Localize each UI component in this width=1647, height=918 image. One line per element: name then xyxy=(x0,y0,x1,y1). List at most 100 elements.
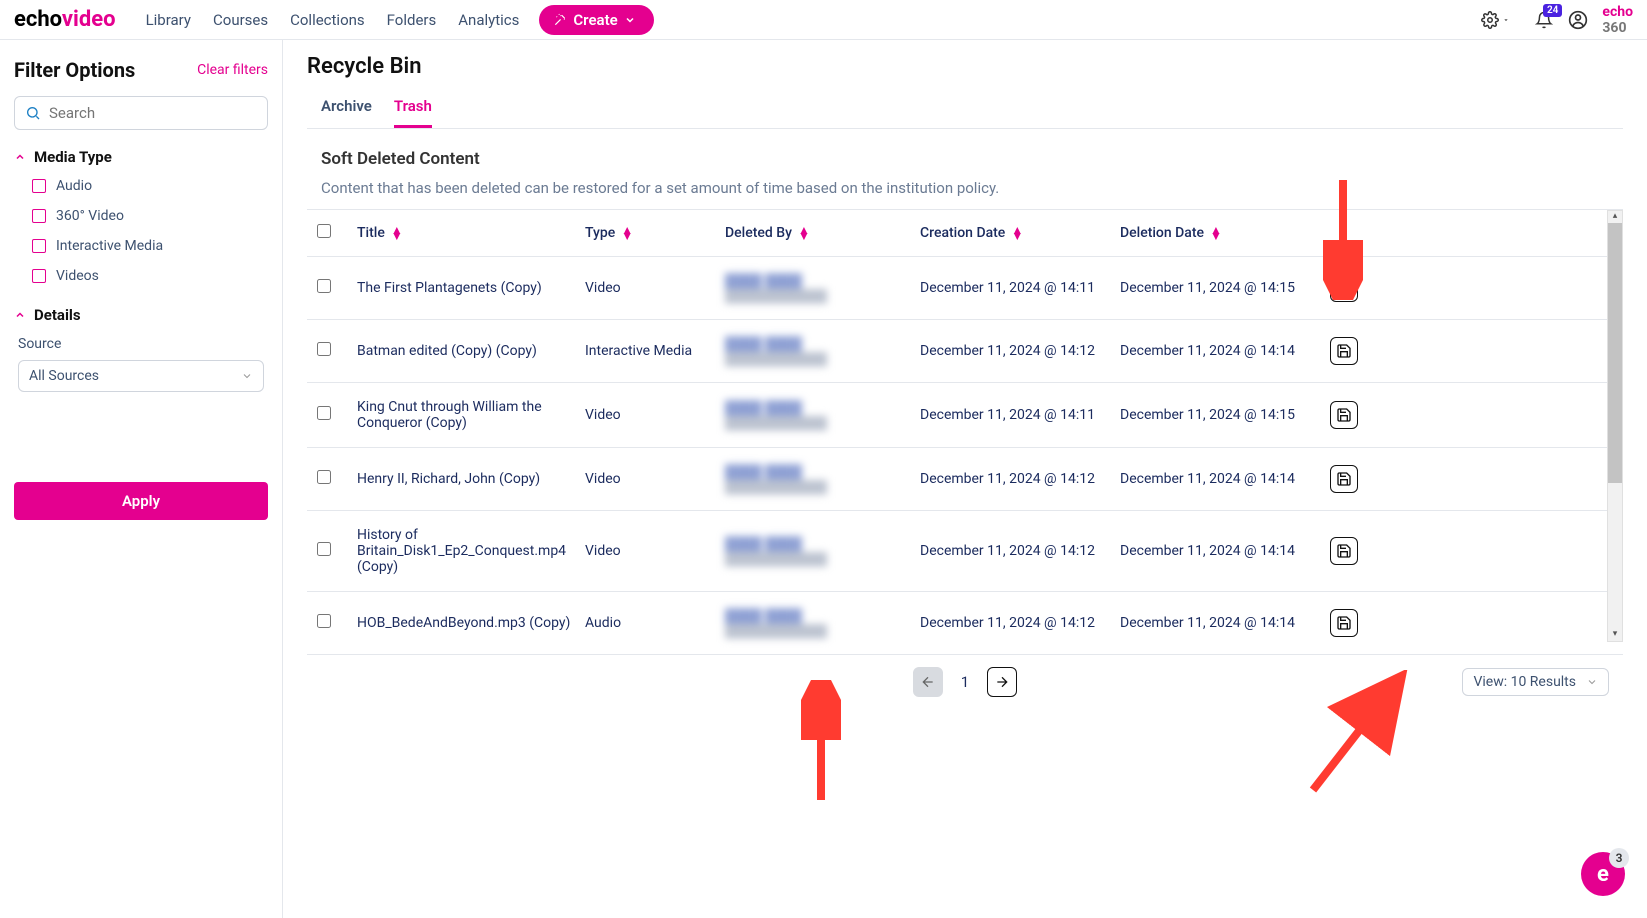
bell-icon[interactable]: 24 xyxy=(1534,10,1554,30)
view-results-select[interactable]: View: 10 Results xyxy=(1462,668,1609,696)
col-title-header[interactable]: Title▲▼ xyxy=(357,225,585,241)
scrollbar[interactable]: ▴▾ xyxy=(1607,210,1623,642)
restore-icon xyxy=(1336,280,1352,296)
row-deletion-date: December 11, 2024 @ 14:15 xyxy=(1120,407,1330,423)
col-creation-date-header[interactable]: Creation Date▲▼ xyxy=(920,225,1120,241)
restore-button[interactable] xyxy=(1330,465,1358,493)
chevron-down-icon xyxy=(1586,676,1598,688)
row-type: Audio xyxy=(585,615,725,631)
next-page-button[interactable] xyxy=(987,667,1017,697)
media-type-header[interactable]: Media Type xyxy=(14,148,268,166)
col-deleted-by-header[interactable]: Deleted By▲▼ xyxy=(725,225,920,241)
table-row: Batman edited (Copy) (Copy)Interactive M… xyxy=(307,320,1623,383)
main-content: Recycle Bin Archive Trash Soft Deleted C… xyxy=(283,40,1647,918)
row-title[interactable]: History of Britain_Disk1_Ep2_Conquest.mp… xyxy=(357,527,585,575)
select-all-checkbox[interactable] xyxy=(317,224,331,238)
restore-button[interactable] xyxy=(1330,274,1358,302)
nav-collections[interactable]: Collections xyxy=(290,11,365,29)
sort-icon: ▲▼ xyxy=(1011,227,1023,239)
row-type: Video xyxy=(585,407,725,423)
chevron-up-icon xyxy=(14,309,26,321)
col-deletion-date-header[interactable]: Deletion Date▲▼ xyxy=(1120,225,1330,241)
top-nav: echovideo Library Courses Collections Fo… xyxy=(0,0,1647,40)
tabs: Archive Trash xyxy=(307,85,1623,129)
check-videos[interactable]: Videos xyxy=(32,268,268,284)
restore-button[interactable] xyxy=(1330,337,1358,365)
row-title[interactable]: King Cnut through William the Conqueror … xyxy=(357,399,585,431)
arrow-left-icon xyxy=(920,674,936,690)
details-header[interactable]: Details xyxy=(14,306,268,324)
row-creation-date: December 11, 2024 @ 14:11 xyxy=(920,407,1120,423)
row-deleted-by: ████ ████████████████ xyxy=(725,336,920,366)
nav-folders[interactable]: Folders xyxy=(387,11,437,29)
nav-library[interactable]: Library xyxy=(146,11,191,29)
restore-icon xyxy=(1336,471,1352,487)
chevron-down-icon xyxy=(624,14,636,26)
search-box[interactable] xyxy=(14,96,268,130)
row-creation-date: December 11, 2024 @ 14:12 xyxy=(920,615,1120,631)
row-creation-date: December 11, 2024 @ 14:12 xyxy=(920,343,1120,359)
row-checkbox[interactable] xyxy=(317,614,331,628)
row-creation-date: December 11, 2024 @ 14:12 xyxy=(920,543,1120,559)
caret-down-icon xyxy=(1502,16,1510,24)
row-type: Video xyxy=(585,471,725,487)
search-input[interactable] xyxy=(49,104,257,122)
chevron-down-icon xyxy=(241,370,253,382)
notif-badge: 24 xyxy=(1543,4,1562,17)
media-type-options: Audio 360° Video Interactive Media Video… xyxy=(32,178,268,284)
tab-trash[interactable]: Trash xyxy=(394,97,432,128)
top-icons: 24 echo360 xyxy=(1480,4,1633,36)
check-360video[interactable]: 360° Video xyxy=(32,208,268,224)
section-subtitle: Soft Deleted Content xyxy=(321,149,1623,169)
filter-options-title: Filter Options xyxy=(14,58,135,82)
row-checkbox[interactable] xyxy=(317,542,331,556)
restore-button[interactable] xyxy=(1330,609,1358,637)
row-deletion-date: December 11, 2024 @ 14:15 xyxy=(1120,280,1330,296)
row-title[interactable]: Batman edited (Copy) (Copy) xyxy=(357,343,585,359)
check-interactive[interactable]: Interactive Media xyxy=(32,238,268,254)
restore-button[interactable] xyxy=(1330,537,1358,565)
prev-page-button[interactable] xyxy=(913,667,943,697)
settings-icon[interactable] xyxy=(1480,10,1500,30)
restore-button[interactable] xyxy=(1330,401,1358,429)
tab-archive[interactable]: Archive xyxy=(321,97,372,128)
clear-filters-link[interactable]: Clear filters xyxy=(197,62,268,78)
create-button[interactable]: Create xyxy=(539,5,653,35)
source-select[interactable]: All Sources xyxy=(18,360,264,392)
arrow-right-icon xyxy=(994,674,1010,690)
help-fab[interactable]: e 3 xyxy=(1581,852,1625,896)
sort-icon: ▲▼ xyxy=(1210,227,1222,239)
secondary-logo[interactable]: echo360 xyxy=(1602,4,1633,36)
check-audio[interactable]: Audio xyxy=(32,178,268,194)
row-deleted-by: ████ ████████████████ xyxy=(725,464,920,494)
section-description: Content that has been deleted can be res… xyxy=(321,179,1623,197)
table-row: Henry II, Richard, John (Copy)Video████ … xyxy=(307,448,1623,511)
restore-icon xyxy=(1336,407,1352,423)
wand-icon xyxy=(553,13,567,27)
restore-icon xyxy=(1336,543,1352,559)
row-deletion-date: December 11, 2024 @ 14:14 xyxy=(1120,471,1330,487)
nav-links: Library Courses Collections Folders Anal… xyxy=(146,11,520,29)
apply-button[interactable]: Apply xyxy=(14,482,268,520)
row-title[interactable]: Henry II, Richard, John (Copy) xyxy=(357,471,585,487)
row-creation-date: December 11, 2024 @ 14:12 xyxy=(920,471,1120,487)
row-deletion-date: December 11, 2024 @ 14:14 xyxy=(1120,543,1330,559)
nav-analytics[interactable]: Analytics xyxy=(458,11,519,29)
pagination: 1 View: 10 Results xyxy=(307,667,1623,697)
col-type-header[interactable]: Type▲▼ xyxy=(585,225,725,241)
restore-icon xyxy=(1336,343,1352,359)
row-checkbox[interactable] xyxy=(317,279,331,293)
logo[interactable]: echovideo xyxy=(14,7,116,32)
row-deleted-by: ████ ████████████████ xyxy=(725,608,920,638)
row-checkbox[interactable] xyxy=(317,470,331,484)
row-title[interactable]: HOB_BedeAndBeyond.mp3 (Copy) xyxy=(357,615,585,631)
row-type: Video xyxy=(585,543,725,559)
sort-icon: ▲▼ xyxy=(798,227,810,239)
row-checkbox[interactable] xyxy=(317,406,331,420)
row-checkbox[interactable] xyxy=(317,342,331,356)
profile-icon[interactable] xyxy=(1568,10,1588,30)
row-type: Video xyxy=(585,280,725,296)
row-deletion-date: December 11, 2024 @ 14:14 xyxy=(1120,343,1330,359)
row-title[interactable]: The First Plantagenets (Copy) xyxy=(357,280,585,296)
nav-courses[interactable]: Courses xyxy=(213,11,268,29)
